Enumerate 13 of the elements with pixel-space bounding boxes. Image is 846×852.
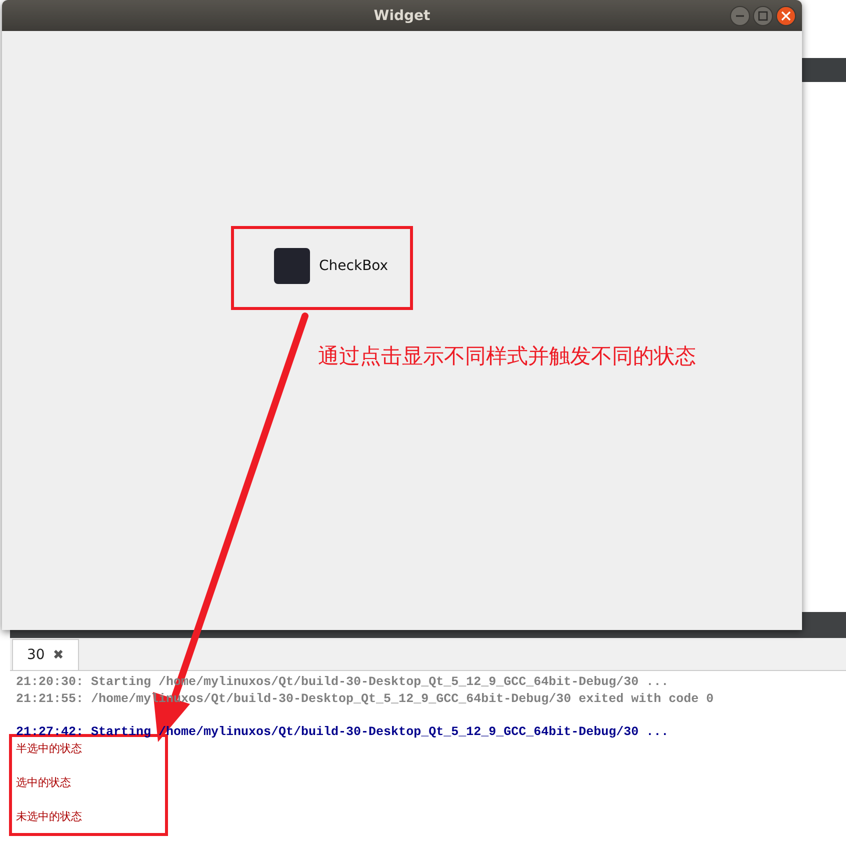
toolbar-background xyxy=(800,58,846,82)
close-icon[interactable]: ✖ xyxy=(52,648,64,662)
close-icon xyxy=(781,11,791,21)
window-title: Widget xyxy=(374,8,430,24)
annotation-text: 通过点击显示不同样式并触发不同的状态 xyxy=(318,343,696,370)
log-line: 未选中的状态 xyxy=(16,810,82,823)
minimize-button[interactable] xyxy=(730,6,750,26)
log-line: 选中的状态 xyxy=(16,776,71,789)
output-tab[interactable]: 30 ✖ xyxy=(12,639,79,670)
checkbox[interactable]: CheckBox xyxy=(274,248,388,284)
close-button[interactable] xyxy=(776,6,796,26)
log-line: 半选中的状态 xyxy=(16,742,82,755)
maximize-icon xyxy=(758,11,768,21)
